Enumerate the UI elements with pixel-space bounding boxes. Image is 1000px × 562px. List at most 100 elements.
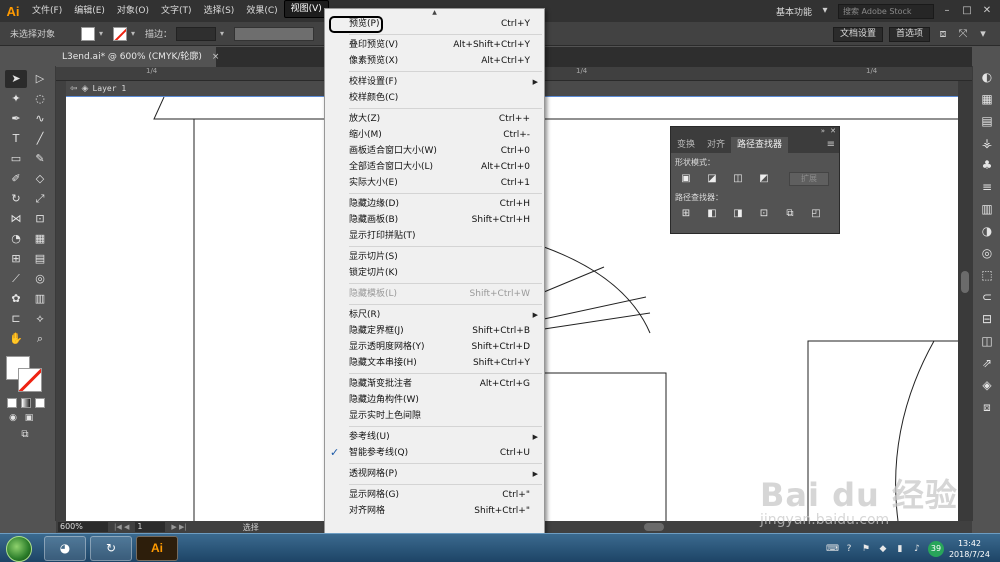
selection-tool-icon[interactable]: ➤ <box>5 70 27 88</box>
stroke-swatch[interactable] <box>113 26 128 41</box>
page-select[interactable]: 1 <box>135 522 166 532</box>
direct-selection-tool-icon[interactable]: ▷ <box>29 70 51 88</box>
close-icon[interactable]: ✕ <box>980 4 994 18</box>
document-tab[interactable]: L3end.ai* @ 600% (CMYK/轮廓) × <box>56 47 219 67</box>
minimize-icon[interactable]: – <box>940 4 954 18</box>
view-menu-item[interactable]: 显示实时上色间隙 <box>325 408 544 424</box>
preferences-button[interactable]: 首选项 <box>888 26 930 42</box>
scale-tool-icon[interactable]: ⤢ <box>29 190 51 208</box>
perspective-grid-icon[interactable]: ▦ <box>29 230 51 248</box>
eyedropper-icon[interactable]: ⟋ <box>5 270 27 288</box>
view-menu-item[interactable]: 全部适合窗口大小(L) Alt+Ctrl+0 <box>325 159 544 175</box>
color-guide-icon[interactable]: ▦ <box>973 88 1000 110</box>
gradient-tool-icon[interactable]: ▤ <box>29 250 51 268</box>
type-tool-icon[interactable]: T <box>5 130 27 148</box>
trim-icon[interactable]: ◧ <box>705 207 719 221</box>
color-mode-icon[interactable] <box>7 398 17 408</box>
menubar-item[interactable]: 文字(T) <box>155 0 198 22</box>
hand-tool-icon[interactable]: ✋ <box>5 330 27 348</box>
gradient-mode-icon[interactable] <box>21 398 31 408</box>
back-arrow-icon[interactable]: ⇦ <box>70 84 78 94</box>
panel-tab[interactable]: 对齐 <box>701 137 731 153</box>
view-menu-item[interactable]: 锁定切片(K) <box>325 265 544 281</box>
variable-width-field[interactable] <box>234 26 315 41</box>
rotate-tool-icon[interactable]: ↻ <box>5 190 27 208</box>
fill-stroke-widget[interactable] <box>0 352 56 396</box>
help-icon[interactable]: ? <box>843 543 855 555</box>
view-menu-item[interactable]: 叠印预览(V) Alt+Shift+Ctrl+Y <box>325 37 544 53</box>
expand-button[interactable]: 扩展 <box>789 172 829 186</box>
flag-icon[interactable]: ⚑ <box>860 543 872 555</box>
refresh-app-icon[interactable]: ↻ <box>90 536 132 561</box>
eraser-icon[interactable]: ◇ <box>29 170 51 188</box>
artboard-tool-icon[interactable]: ⊏ <box>5 310 27 328</box>
zoom-select[interactable]: 600% <box>58 522 108 532</box>
brushes-icon[interactable]: ⚶ <box>973 132 1000 154</box>
minus-front-icon[interactable]: ◪ <box>705 172 719 186</box>
swatches-icon[interactable]: ▤ <box>973 110 1000 132</box>
blend-tool-icon[interactable]: ◎ <box>29 270 51 288</box>
view-menu-item[interactable]: ✓ 智能参考线(Q) Ctrl+U <box>325 445 544 461</box>
menubar-item[interactable]: 选择(S) <box>198 0 241 22</box>
align-panel-icon[interactable]: ⊟ <box>973 308 1000 330</box>
layers-panel-icon[interactable]: ◈ <box>973 374 1000 396</box>
links-icon[interactable]: ⊂ <box>973 286 1000 308</box>
magic-wand-icon[interactable]: ✦ <box>5 90 27 108</box>
start-button[interactable] <box>6 536 32 562</box>
symbols-icon[interactable]: ♣ <box>973 154 1000 176</box>
view-menu-item[interactable]: 隐藏画板(B) Shift+Ctrl+H <box>325 212 544 228</box>
crop-icon[interactable]: ⊡ <box>757 207 771 221</box>
stroke-panel-icon[interactable]: ≡ <box>973 176 1000 198</box>
view-menu-item[interactable]: 实际大小(E) Ctrl+1 <box>325 175 544 191</box>
view-menu-item[interactable]: 显示透明度网格(Y) Shift+Ctrl+D <box>325 339 544 355</box>
stroke-weight-field[interactable] <box>176 26 217 41</box>
view-menu-item[interactable]: 对齐网格 Shift+Ctrl+" <box>325 503 544 519</box>
security-icon[interactable]: ◆ <box>877 543 889 555</box>
view-menu-item[interactable]: 缩小(M) Ctrl+- <box>325 127 544 143</box>
menubar-item[interactable]: 效果(C) <box>240 0 283 22</box>
view-menu-item[interactable]: 标尺(R) ▶ <box>325 307 544 323</box>
stroke-color-box[interactable] <box>18 368 42 392</box>
graphic-styles-icon[interactable]: ⬚ <box>973 264 1000 286</box>
keyboard-icon[interactable]: ⌨ <box>826 543 839 555</box>
symbol-sprayer-icon[interactable]: ✿ <box>5 290 27 308</box>
pen-tool-icon[interactable]: ✒ <box>5 110 27 128</box>
chevron-down-icon[interactable]: ▾ <box>976 27 990 41</box>
artboards-panel-icon[interactable]: ⧈ <box>973 396 1000 418</box>
transparency-icon[interactable]: ◑ <box>973 220 1000 242</box>
none-mode-icon[interactable] <box>35 398 45 408</box>
panel-header[interactable]: » ✕ <box>671 127 839 137</box>
document-settings-button[interactable]: 文档设置 <box>832 26 883 42</box>
scroll-up-icon[interactable]: ▲ <box>325 9 544 16</box>
menubar-item[interactable]: 视图(V) <box>283 0 329 18</box>
view-menu-item[interactable]: 像素预览(X) Alt+Ctrl+Y <box>325 53 544 69</box>
browser-icon[interactable]: ◕ <box>44 536 86 561</box>
horizontal-scroll-thumb[interactable] <box>644 523 664 531</box>
maximize-icon[interactable]: □ <box>960 4 974 18</box>
pathfinder-panel-icon[interactable]: ◫ <box>973 330 1000 352</box>
screen-mode-icon[interactable]: ▣ <box>23 412 35 424</box>
change-screen-mode-icon[interactable]: ⧉ <box>15 428 35 442</box>
divide-icon[interactable]: ⊞ <box>679 207 693 221</box>
line-tool-icon[interactable]: ╱ <box>29 130 51 148</box>
illustrator-task-button[interactable]: Ai <box>136 536 178 561</box>
fill-swatch[interactable] <box>81 26 96 41</box>
view-menu-item[interactable]: 放大(Z) Ctrl++ <box>325 111 544 127</box>
slice-tool-icon[interactable]: ⟡ <box>29 310 51 328</box>
zoom-tool-icon[interactable]: ⌕ <box>29 330 51 348</box>
view-menu-item[interactable]: 显示网格(G) Ctrl+" <box>325 487 544 503</box>
vertical-ruler[interactable] <box>56 81 66 521</box>
chevron-down-icon[interactable]: ▾ <box>220 29 230 38</box>
menubar-item[interactable]: 编辑(E) <box>68 0 111 22</box>
close-icon[interactable]: ✕ <box>830 127 836 135</box>
exclude-icon[interactable]: ◩ <box>757 172 771 186</box>
arrange-icon[interactable]: ⧈ <box>936 27 950 41</box>
view-menu-item[interactable]: 参考线(U) ▶ <box>325 429 544 445</box>
rectangle-tool-icon[interactable]: ▭ <box>5 150 27 168</box>
view-menu-item[interactable]: 隐藏文本串接(H) Shift+Ctrl+Y <box>325 355 544 371</box>
color-panel-icon[interactable]: ◐ <box>973 66 1000 88</box>
panel-tab[interactable]: 变换 <box>671 137 701 153</box>
view-menu-item[interactable]: 隐藏边缘(D) Ctrl+H <box>325 196 544 212</box>
collapse-icon[interactable]: » <box>821 127 825 135</box>
notification-badge[interactable]: 39 <box>927 540 944 557</box>
